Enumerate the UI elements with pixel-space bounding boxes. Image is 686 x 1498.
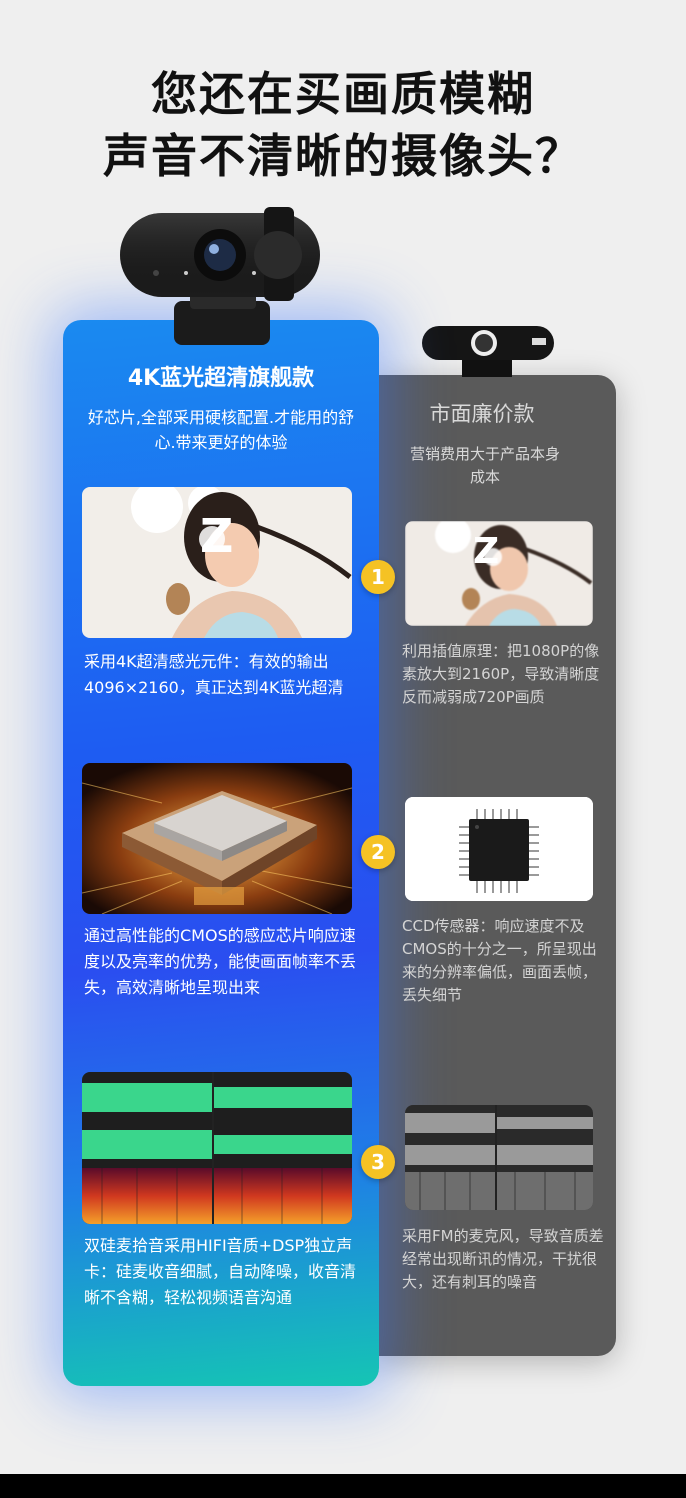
premium-webcam-image (120, 207, 320, 345)
badge-2: 2 (361, 835, 395, 869)
photo-overlay-letter: Z (200, 509, 234, 563)
cheap-waveform-image (405, 1105, 593, 1210)
cheap-photo-image: Z (405, 521, 593, 626)
photo-overlay-letter: Z (473, 531, 500, 572)
premium-item-2-text: 通过高性能的CMOS的感应芯片响应速度以及亮率的优势，能使画面帧率不丢失，高效清… (84, 926, 357, 997)
cheap-chip-image (405, 797, 593, 901)
cheap-item-1-text: 利用插值原理：把1080P的像素放大到2160P，导致清晰度反而减弱成720P画… (402, 642, 600, 706)
cheap-subtitle: 营销费用大于产品本身成本 (410, 445, 561, 486)
cheap-item-3-text: 采用FM的麦克风，导致音质差经常出现断讯的情况，干扰很大，还有刺耳的噪音 (402, 1227, 604, 1291)
premium-photo-image: Z (82, 487, 352, 638)
premium-waveform-image (82, 1072, 352, 1224)
badge-1: 1 (361, 560, 395, 594)
bottom-bar (0, 1474, 686, 1498)
headline-line-1: 您还在买画质模糊 (151, 67, 535, 121)
headline-line-2: 声音不清晰的摄像头？ (103, 129, 583, 183)
premium-title: 4K蓝光超清旗舰款 (127, 366, 315, 391)
cheap-title: 市面廉价款 (429, 402, 535, 426)
premium-chip-image (82, 763, 352, 914)
premium-item-1-text: 采用4K超清感光元件：有效的输出4096×2160，真正达到4K蓝光超清 (84, 652, 344, 697)
badge-3: 3 (361, 1145, 395, 1179)
premium-item-3-text: 双硅麦拾音采用HIFI音质+DSP独立声卡：硅麦收音细腻，自动降噪，收音清晰不含… (84, 1236, 357, 1307)
cheap-item-2-text: CCD传感器：响应速度不及CMOS的十分之一，所呈现出来的分辨率偏低，画面丢帧，… (402, 917, 598, 1004)
cheap-webcam-image (422, 326, 554, 377)
premium-subtitle: 好芯片,全部采用硬核配置.才能用的舒心.带来更好的体验 (87, 408, 355, 452)
